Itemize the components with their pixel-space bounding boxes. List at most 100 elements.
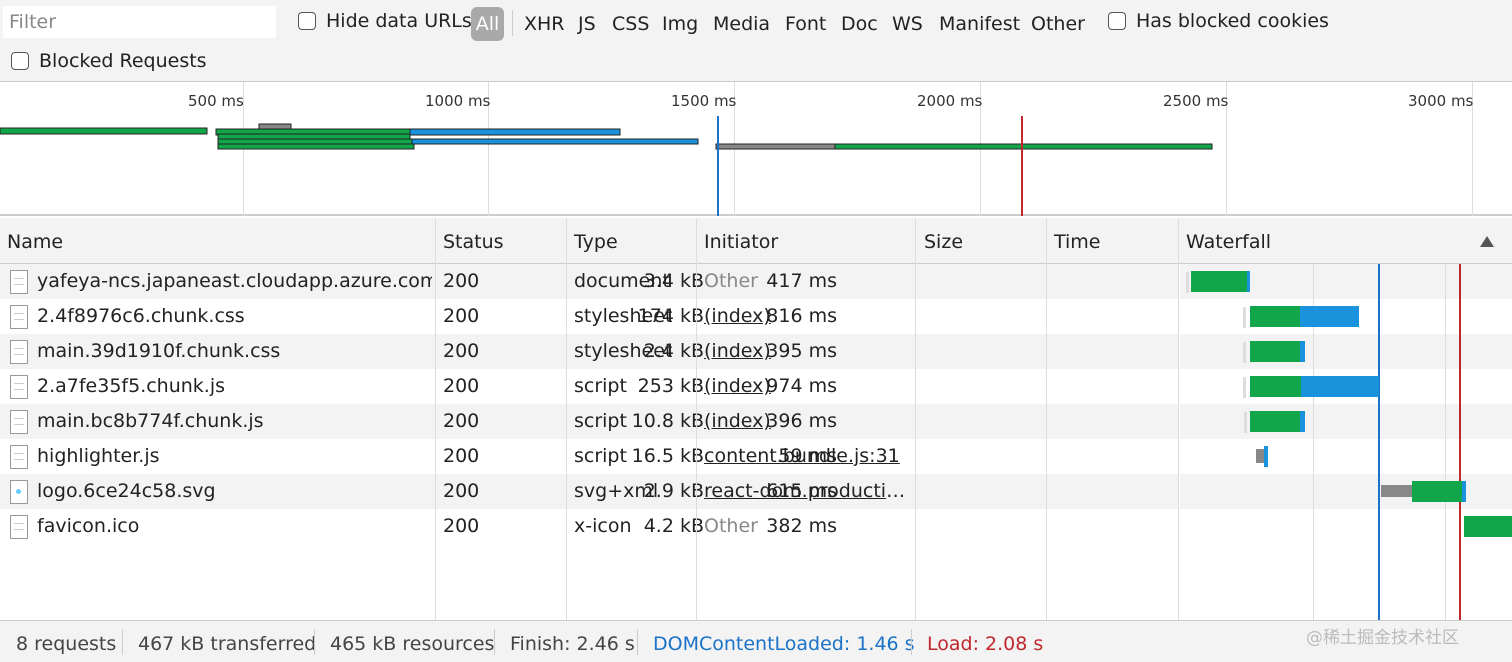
type-filter-other[interactable]: Other [1031,9,1085,39]
column-divider[interactable] [566,218,567,620]
header-name[interactable]: Name [7,231,63,253]
request-status: 200 [443,515,480,537]
status-divider [911,629,912,655]
sort-ascending-icon[interactable] [1480,236,1494,247]
overview-bar-js-download [411,138,699,145]
type-filter-media[interactable]: Media [713,9,770,39]
overview-bar-logo-queued [715,143,836,150]
request-size: 2.4 kB [643,340,704,362]
waterfall-stub [1243,307,1246,328]
table-row[interactable]: favicon.ico 200 x-icon Other 4.2 kB 382 … [0,509,1178,544]
waterfall-stub [1186,272,1189,293]
table-row[interactable]: 2.a7fe35f5.chunk.js 200 script (index) 2… [0,369,1178,404]
load-time: Load: 2.08 s [927,633,1044,655]
request-name: yafeya-ncs.japaneast.cloudapp.azure.com [37,270,432,292]
waterfall-queued-bar [1256,449,1264,463]
dom-content-loaded-time: DOMContentLoaded: 1.46 s [653,633,915,655]
request-size: 2.9 kB [643,480,704,502]
waterfall-waiting-bar [1250,411,1300,432]
table-row[interactable]: logo.6ce24c58.svg 200 svg+xml react-dom.… [0,474,1178,509]
header-initiator[interactable]: Initiator [704,231,778,253]
overview-bar-css2 [217,133,411,140]
table-row[interactable]: yafeya-ncs.japaneast.cloudapp.azure.com … [0,264,1178,299]
header-status[interactable]: Status [443,231,504,253]
transferred-size: 467 kB transferred [138,633,317,655]
column-divider[interactable] [435,218,436,620]
column-divider[interactable] [696,218,697,620]
request-time: 417 ms [766,270,837,292]
filter-input[interactable] [3,6,276,38]
column-divider[interactable] [1046,218,1047,620]
type-filter-font[interactable]: Font [785,9,826,39]
waterfall-gridline [1445,264,1446,620]
request-name: main.39d1910f.chunk.css [37,340,281,362]
waterfall-waiting-bar [1464,516,1512,537]
request-table: Name Status Type Initiator Size Time Wat… [0,218,1512,620]
type-filter-xhr[interactable]: XHR [524,9,565,39]
type-filter-img[interactable]: Img [662,9,698,39]
script-file-icon [10,445,28,469]
table-row[interactable]: highlighter.js 200 script content.bundle… [0,439,1178,474]
blank-file-icon [10,515,28,539]
hide-data-urls-checkbox[interactable]: Hide data URLs [298,10,472,32]
waterfall-download-bar [1462,481,1466,502]
overview-bars [0,116,1213,216]
request-count: 8 requests [16,633,117,655]
checkbox-box[interactable] [298,12,316,30]
request-type: script [574,445,627,467]
waterfall-column [1180,264,1512,620]
toolbar-divider [512,10,513,36]
waterfall-download-bar [1264,446,1268,467]
watermark: @稀土掘金技术社区 [1306,628,1459,648]
waterfall-row [1180,404,1512,439]
request-name: 2.4f8976c6.chunk.css [37,305,245,327]
waterfall-stub [1244,412,1247,433]
column-divider[interactable] [1178,218,1179,620]
has-blocked-cookies-checkbox[interactable]: Has blocked cookies [1108,10,1329,32]
request-size: 174 kB [637,305,704,327]
type-filter-js[interactable]: JS [578,9,596,39]
table-row[interactable]: 2.4f8976c6.chunk.css 200 stylesheet (ind… [0,299,1178,334]
header-size[interactable]: Size [924,231,963,253]
request-status: 200 [443,480,480,502]
type-filter-ws[interactable]: WS [892,9,923,39]
request-type: script [574,410,627,432]
request-name: main.bc8b774f.chunk.js [37,410,264,432]
waterfall-waiting-bar [1191,271,1247,292]
table-row[interactable]: main.39d1910f.chunk.css 200 stylesheet (… [0,334,1178,369]
overview-bar-logo-wait [834,143,1213,150]
checkbox-box[interactable] [11,52,29,70]
table-row[interactable]: main.bc8b774f.chunk.js 200 script (index… [0,404,1178,439]
blocked-requests-checkbox[interactable]: Blocked Requests [11,50,207,72]
waterfall-stub [1243,342,1246,363]
document-file-icon [10,270,28,294]
checkbox-box[interactable] [1108,12,1126,30]
blocked-requests-label: Blocked Requests [39,50,207,72]
request-time: 396 ms [766,410,837,432]
type-filter-all[interactable]: All [471,7,504,41]
timeline-overview[interactable]: 500 ms 1000 ms 1500 ms 2000 ms 2500 ms 3… [0,82,1512,216]
status-divider [494,629,495,655]
waterfall-waiting-bar [1250,376,1301,397]
header-time[interactable]: Time [1054,231,1101,253]
column-divider[interactable] [915,218,916,620]
header-type[interactable]: Type [574,231,618,253]
waterfall-download-bar [1300,341,1305,362]
waterfall-download-bar [1300,411,1305,432]
header-waterfall[interactable]: Waterfall [1186,231,1271,253]
type-filter-doc[interactable]: Doc [841,9,878,39]
type-filter-css[interactable]: CSS [612,9,649,39]
request-time: 615 ms [766,480,837,502]
dom-content-loaded-marker [1378,264,1380,620]
resources-size: 465 kB resources [330,633,495,655]
request-status: 200 [443,270,480,292]
status-divider [122,629,123,655]
type-filter-manifest[interactable]: Manifest [939,9,1020,39]
request-name: logo.6ce24c58.svg [37,480,216,502]
overview-bar-main-js [217,143,415,150]
request-type: script [574,375,627,397]
overview-bar-js-wait [217,138,413,145]
waterfall-queued-bar [1381,485,1412,497]
request-time: 382 ms [766,515,837,537]
overview-load-marker [1021,116,1023,216]
